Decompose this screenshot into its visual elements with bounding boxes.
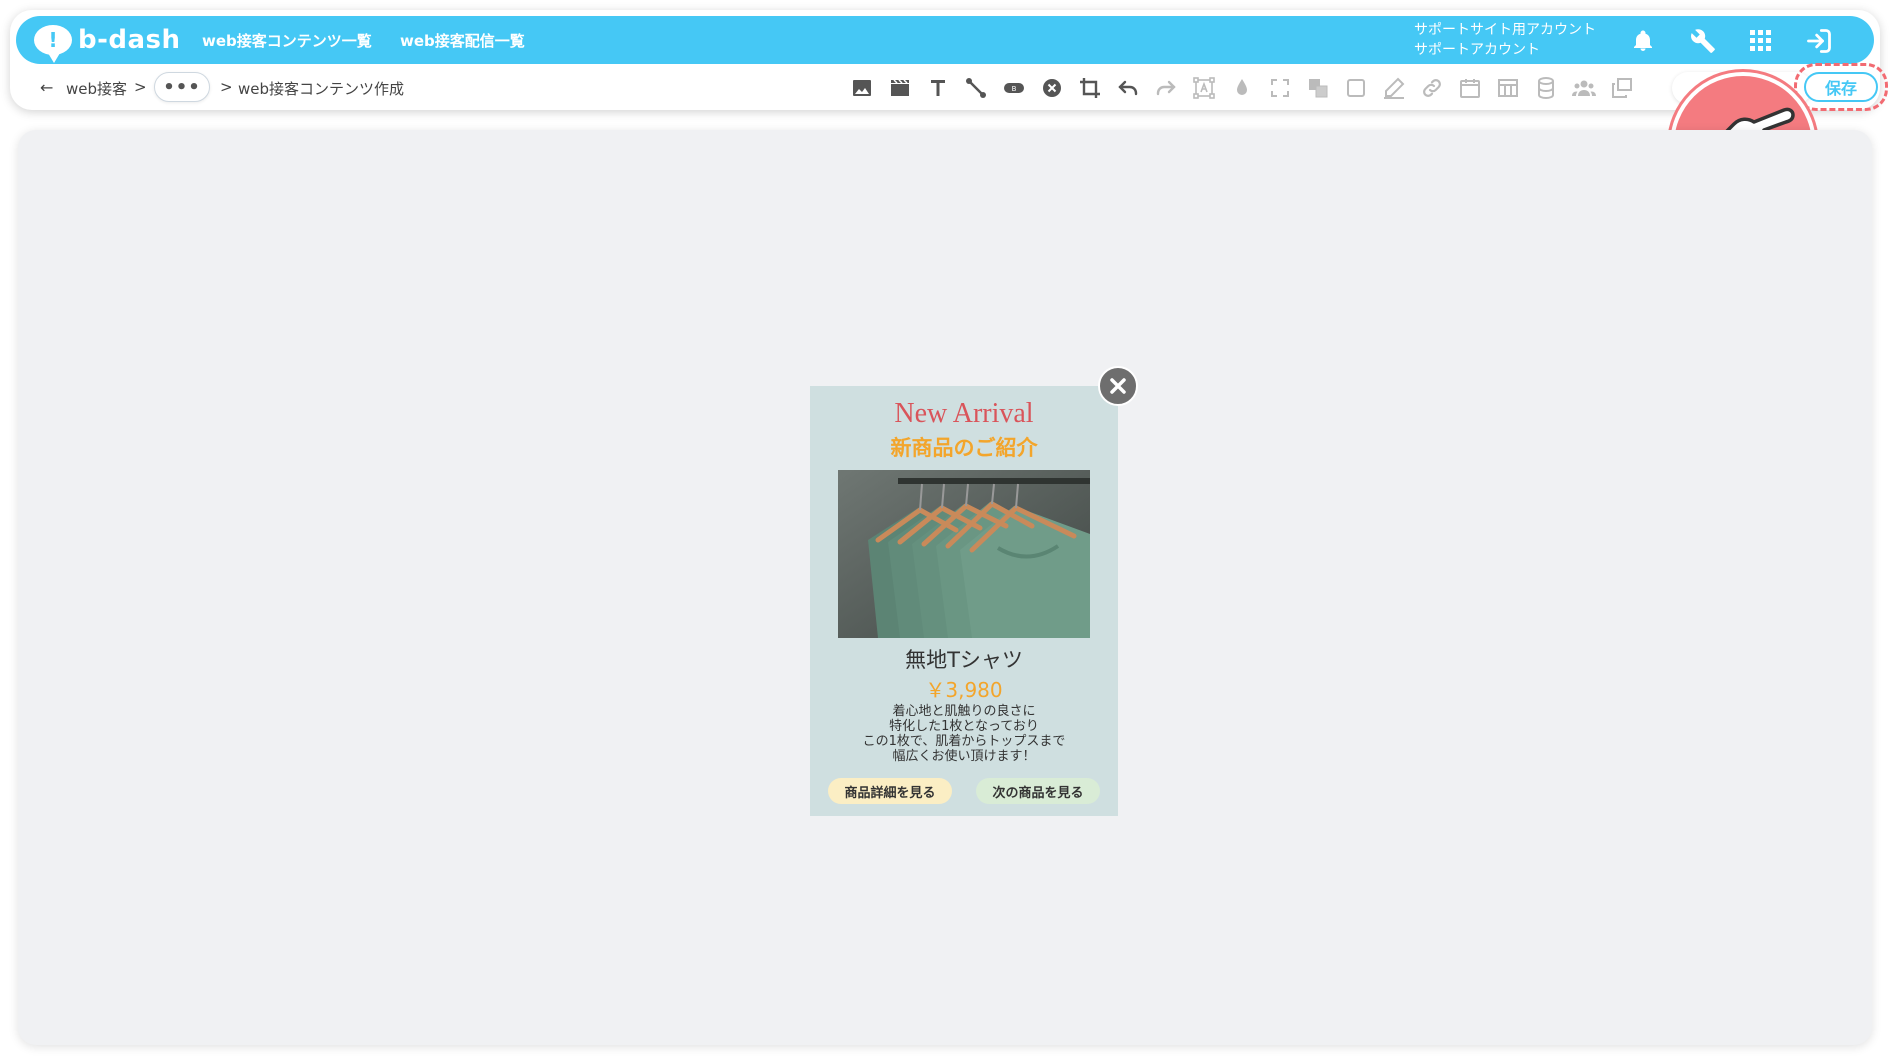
- close-circle-icon[interactable]: [1038, 74, 1066, 102]
- pen-icon[interactable]: [1380, 74, 1408, 102]
- back-arrow-icon[interactable]: ←: [40, 78, 53, 97]
- fill-drop-icon[interactable]: [1228, 74, 1256, 102]
- breadcrumb-separator: >: [134, 78, 147, 96]
- copy-icon[interactable]: [1608, 74, 1636, 102]
- top-navigation-bar: ! b-dash web接客コンテンツ一覧 web接客配信一覧 サポートサイト用…: [16, 16, 1874, 64]
- bell-icon[interactable]: [1628, 26, 1658, 56]
- shape-square-icon[interactable]: [1342, 74, 1370, 102]
- breadcrumb-more-button[interactable]: •••: [154, 72, 210, 102]
- link-icon[interactable]: [1418, 74, 1446, 102]
- nav-web-content-list[interactable]: web接客コンテンツ一覧: [202, 30, 372, 51]
- button-icon[interactable]: B: [1000, 74, 1028, 102]
- account-user: サポートアカウント: [1414, 42, 1540, 58]
- image-icon[interactable]: [848, 74, 876, 102]
- breadcrumb-separator: >: [220, 78, 233, 96]
- nav-web-delivery-list[interactable]: web接客配信一覧: [400, 30, 525, 51]
- redo-icon[interactable]: [1152, 74, 1180, 102]
- product-image: [838, 470, 1090, 638]
- save-button[interactable]: 保存: [1804, 72, 1878, 102]
- product-price: ￥3,980: [925, 678, 1003, 702]
- bdash-logo[interactable]: ! b-dash: [34, 22, 181, 63]
- expand-icon[interactable]: [1266, 74, 1294, 102]
- apps-grid-icon[interactable]: [1746, 26, 1776, 56]
- logo-bubble-icon: !: [34, 25, 72, 63]
- product-name: 無地Tシャツ: [905, 648, 1023, 672]
- database-icon[interactable]: [1532, 74, 1560, 102]
- svg-text:B: B: [1012, 85, 1017, 93]
- description-line: この1枚で、肌着からトップスまで: [862, 734, 1066, 749]
- popup-subtitle: 新商品のご紹介: [890, 436, 1038, 460]
- breadcrumb-web-service[interactable]: web接客: [66, 78, 127, 99]
- layer-order-icon[interactable]: [1304, 74, 1332, 102]
- popup-title: New Arrival: [894, 398, 1034, 429]
- product-description: 着心地と肌触りの良さに 特化した1枚となっており この1枚で、肌着からトップスま…: [810, 704, 1118, 764]
- description-line: 特化した1枚となっており: [889, 719, 1039, 734]
- crop-icon[interactable]: [1076, 74, 1104, 102]
- popup-content-preview[interactable]: New Arrival 新商品のご紹介 無地Tシャツ ￥3,980 着心地と肌触…: [810, 386, 1118, 816]
- description-line: 幅広くお使い頂けます！: [892, 749, 1036, 764]
- logo-text: b-dash: [78, 25, 181, 55]
- video-icon[interactable]: [886, 74, 914, 102]
- description-line: 着心地と肌触りの良さに: [892, 704, 1036, 719]
- product-detail-button[interactable]: 商品詳細を見る: [828, 778, 952, 804]
- calendar-icon[interactable]: [1456, 74, 1484, 102]
- logout-icon[interactable]: [1804, 26, 1834, 56]
- next-product-button[interactable]: 次の商品を見る: [976, 778, 1100, 804]
- text-frame-icon[interactable]: [1190, 74, 1218, 102]
- account-name: サポートサイト用アカウント: [1414, 22, 1596, 38]
- users-icon[interactable]: [1570, 74, 1598, 102]
- editor-subbar: ← web接客 > ••• > web接客コンテンツ作成 B: [30, 68, 1870, 108]
- undo-icon[interactable]: [1114, 74, 1142, 102]
- breadcrumb-current: web接客コンテンツ作成: [238, 80, 405, 98]
- account-info[interactable]: サポートサイト用アカウント サポートアカウント: [1414, 20, 1596, 60]
- line-icon[interactable]: [962, 74, 990, 102]
- table-icon[interactable]: [1494, 74, 1522, 102]
- text-icon[interactable]: [924, 74, 952, 102]
- popup-close-icon[interactable]: [1098, 366, 1138, 406]
- wrench-icon[interactable]: [1688, 26, 1718, 56]
